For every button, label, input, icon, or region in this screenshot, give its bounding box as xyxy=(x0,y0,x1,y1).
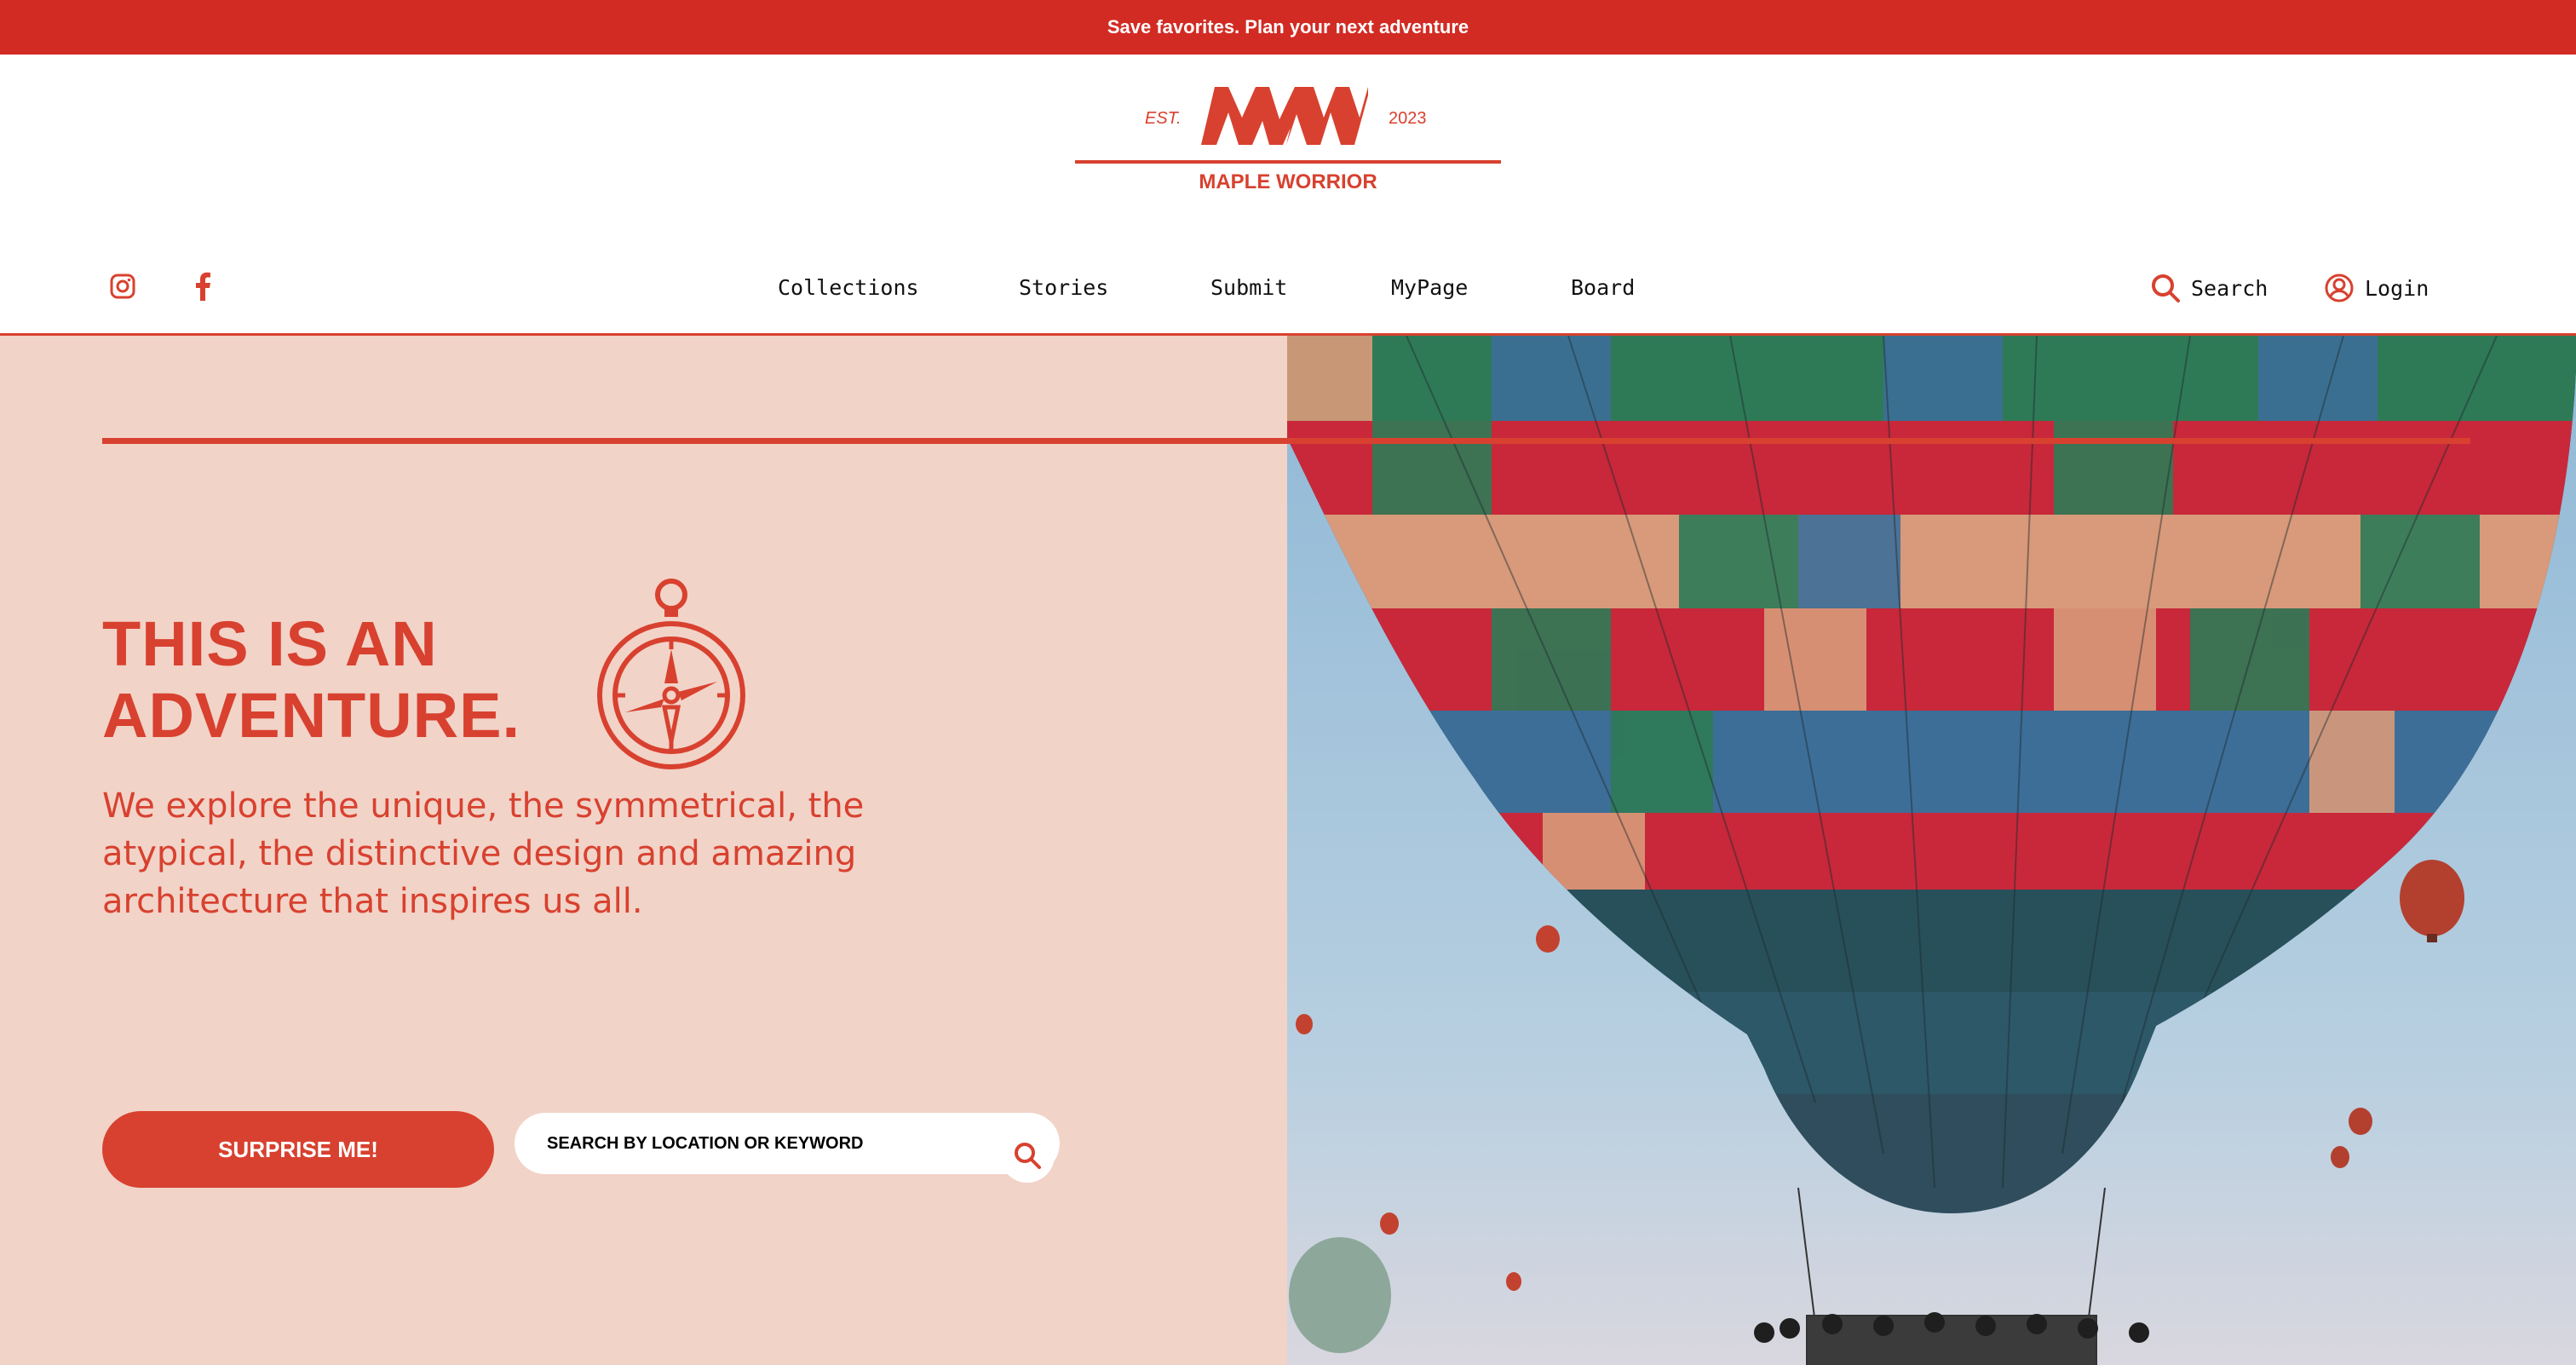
nav-collections[interactable]: Collections xyxy=(778,271,919,305)
compass-icon xyxy=(597,579,745,769)
announcement-bar: Save favorites. Plan your next adventure xyxy=(0,0,2576,55)
search-icon xyxy=(1015,1143,1041,1169)
search-link-label: Search xyxy=(2191,275,2268,301)
hot-air-balloon-photo xyxy=(1287,336,2576,1365)
announcement-text: Save favorites. Plan your next adventure xyxy=(1107,16,1469,37)
hero-search-input[interactable] xyxy=(545,1132,992,1155)
hero-title-line1: THIS IS AN xyxy=(102,608,438,679)
nav-mypage[interactable]: MyPage xyxy=(1391,271,1468,305)
hero-description: We explore the unique, the symmetrical, … xyxy=(102,786,865,921)
nav-board[interactable]: Board xyxy=(1571,271,1635,305)
logo-name: MAPLE WORRIOR xyxy=(1199,170,1377,193)
hero-title: THIS IS AN ADVENTURE. xyxy=(102,608,520,752)
surprise-me-button[interactable]: SURPRISE ME! xyxy=(102,1111,494,1188)
user-icon xyxy=(2325,274,2354,302)
hero-divider xyxy=(102,438,2470,444)
search-link[interactable]: Search xyxy=(2150,273,2268,303)
hero-search xyxy=(515,1113,1060,1183)
search-icon xyxy=(2152,274,2180,302)
logo-est: EST. xyxy=(1145,109,1182,128)
nav-stories[interactable]: Stories xyxy=(1019,271,1108,305)
hero-search-button[interactable] xyxy=(1000,1128,1055,1183)
logo-monogram xyxy=(1201,87,1368,145)
site-logo[interactable]: EST. 2023 MAPLE WORRIOR xyxy=(1075,84,1501,203)
hero-image xyxy=(1287,336,2576,1365)
login-link[interactable]: Login xyxy=(2324,273,2429,303)
nav-submit[interactable]: Submit xyxy=(1210,271,1287,305)
hero-title-line2: ADVENTURE. xyxy=(102,680,521,751)
logo-year: 2023 xyxy=(1389,109,1427,128)
logo-rule xyxy=(1075,160,1501,164)
login-link-label: Login xyxy=(2365,275,2429,301)
